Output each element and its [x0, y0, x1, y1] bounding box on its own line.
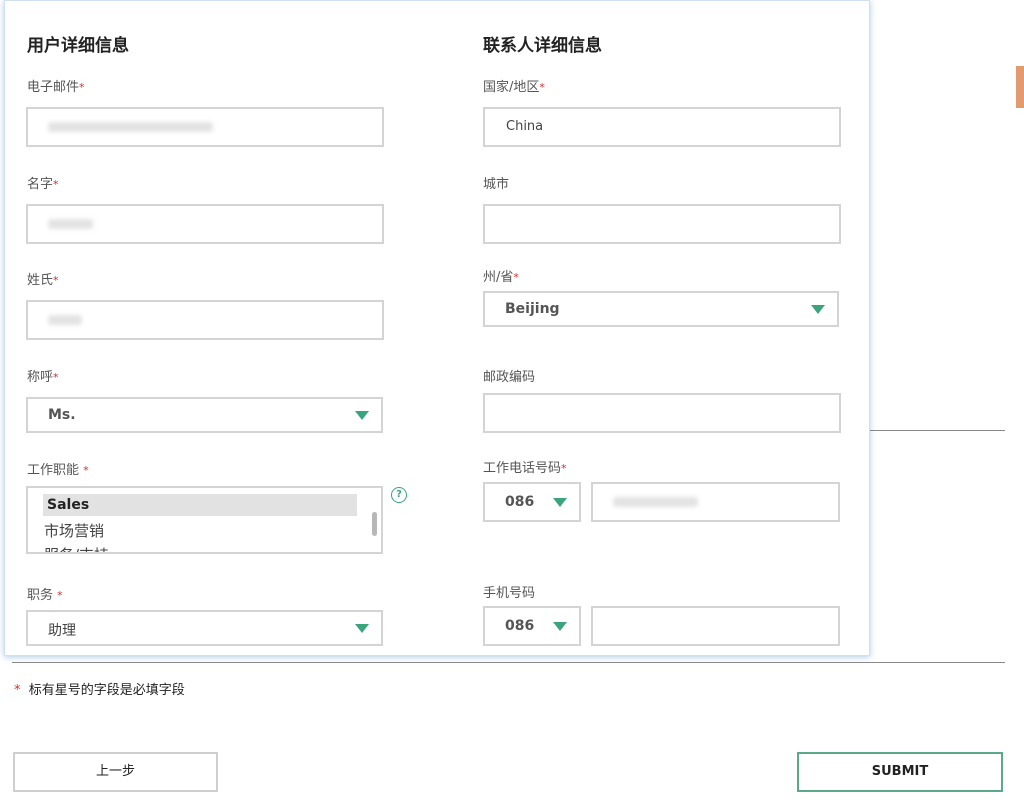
email-label: 电子邮件* [27, 80, 85, 95]
country-field[interactable]: China [483, 107, 841, 147]
required-star: * [14, 683, 21, 698]
last-name-field[interactable] [26, 300, 384, 340]
job-function-option[interactable]: Sales [43, 494, 357, 516]
required-star: * [53, 178, 59, 191]
chevron-down-icon [811, 305, 825, 314]
city-label: 城市 [483, 177, 510, 192]
job-function-label: 工作职能 * [27, 463, 89, 478]
country-value: China [506, 119, 544, 134]
required-note: * 标有星号的字段是必填字段 [14, 683, 185, 698]
first-name-label: 名字* [27, 177, 59, 192]
first-name-field[interactable] [26, 204, 384, 244]
position-select[interactable]: 助理 [26, 610, 383, 646]
salutation-label: 称呼* [27, 370, 59, 385]
work-phone-code-select[interactable]: 086 [483, 482, 581, 522]
job-function-option[interactable]: 服务/支持 [44, 544, 109, 552]
required-star: * [53, 371, 59, 384]
redacted-last-name [48, 315, 82, 325]
submit-button[interactable]: SUBMIT [797, 752, 1003, 792]
mobile-code-select[interactable]: 086 [483, 606, 581, 646]
job-function-option[interactable]: 市场营销 [44, 520, 104, 541]
required-star: * [53, 274, 59, 287]
redacted-email [48, 122, 213, 132]
contact-details-title: 联系人详细信息 [483, 36, 602, 56]
job-function-listbox[interactable]: Sales 市场营销 服务/支持 [26, 486, 383, 554]
required-star: * [561, 462, 567, 475]
city-field[interactable] [483, 204, 841, 244]
mobile-code-value: 086 [505, 618, 535, 634]
required-star: * [79, 81, 85, 94]
chevron-down-icon [553, 622, 567, 631]
position-label: 职务 * [27, 588, 63, 603]
redacted-work-phone [613, 497, 698, 507]
state-label: 州/省* [483, 270, 519, 285]
mobile-label: 手机号码 [483, 586, 536, 601]
chevron-down-icon [355, 624, 369, 633]
postal-code-field[interactable] [483, 393, 841, 433]
country-label: 国家/地区* [483, 80, 545, 95]
salutation-select[interactable]: Ms. [26, 397, 383, 433]
chevron-down-icon [553, 498, 567, 507]
mobile-field[interactable] [591, 606, 840, 646]
position-value: 助理 [48, 623, 76, 639]
help-icon[interactable]: ? [391, 487, 407, 503]
required-star: * [57, 589, 63, 602]
user-details-title: 用户详细信息 [27, 36, 129, 56]
required-star: * [83, 464, 89, 477]
required-star: * [539, 81, 545, 94]
divider-line [870, 430, 1005, 431]
chevron-down-icon [355, 411, 369, 420]
back-button[interactable]: 上一步 [13, 752, 218, 792]
work-phone-label: 工作电话号码* [483, 461, 567, 476]
work-phone-code-value: 086 [505, 494, 535, 510]
email-field[interactable] [26, 107, 384, 147]
required-star: * [513, 271, 519, 284]
last-name-label: 姓氏* [27, 273, 59, 288]
state-select[interactable]: Beijing [483, 291, 839, 327]
work-phone-field[interactable] [591, 482, 840, 522]
salutation-value: Ms. [48, 407, 76, 423]
side-accent-tab [1016, 66, 1024, 108]
state-value: Beijing [505, 301, 560, 317]
listbox-scrollbar[interactable] [372, 512, 377, 536]
divider-line [12, 662, 1005, 663]
postal-code-label: 邮政编码 [483, 370, 536, 385]
redacted-first-name [48, 219, 93, 229]
